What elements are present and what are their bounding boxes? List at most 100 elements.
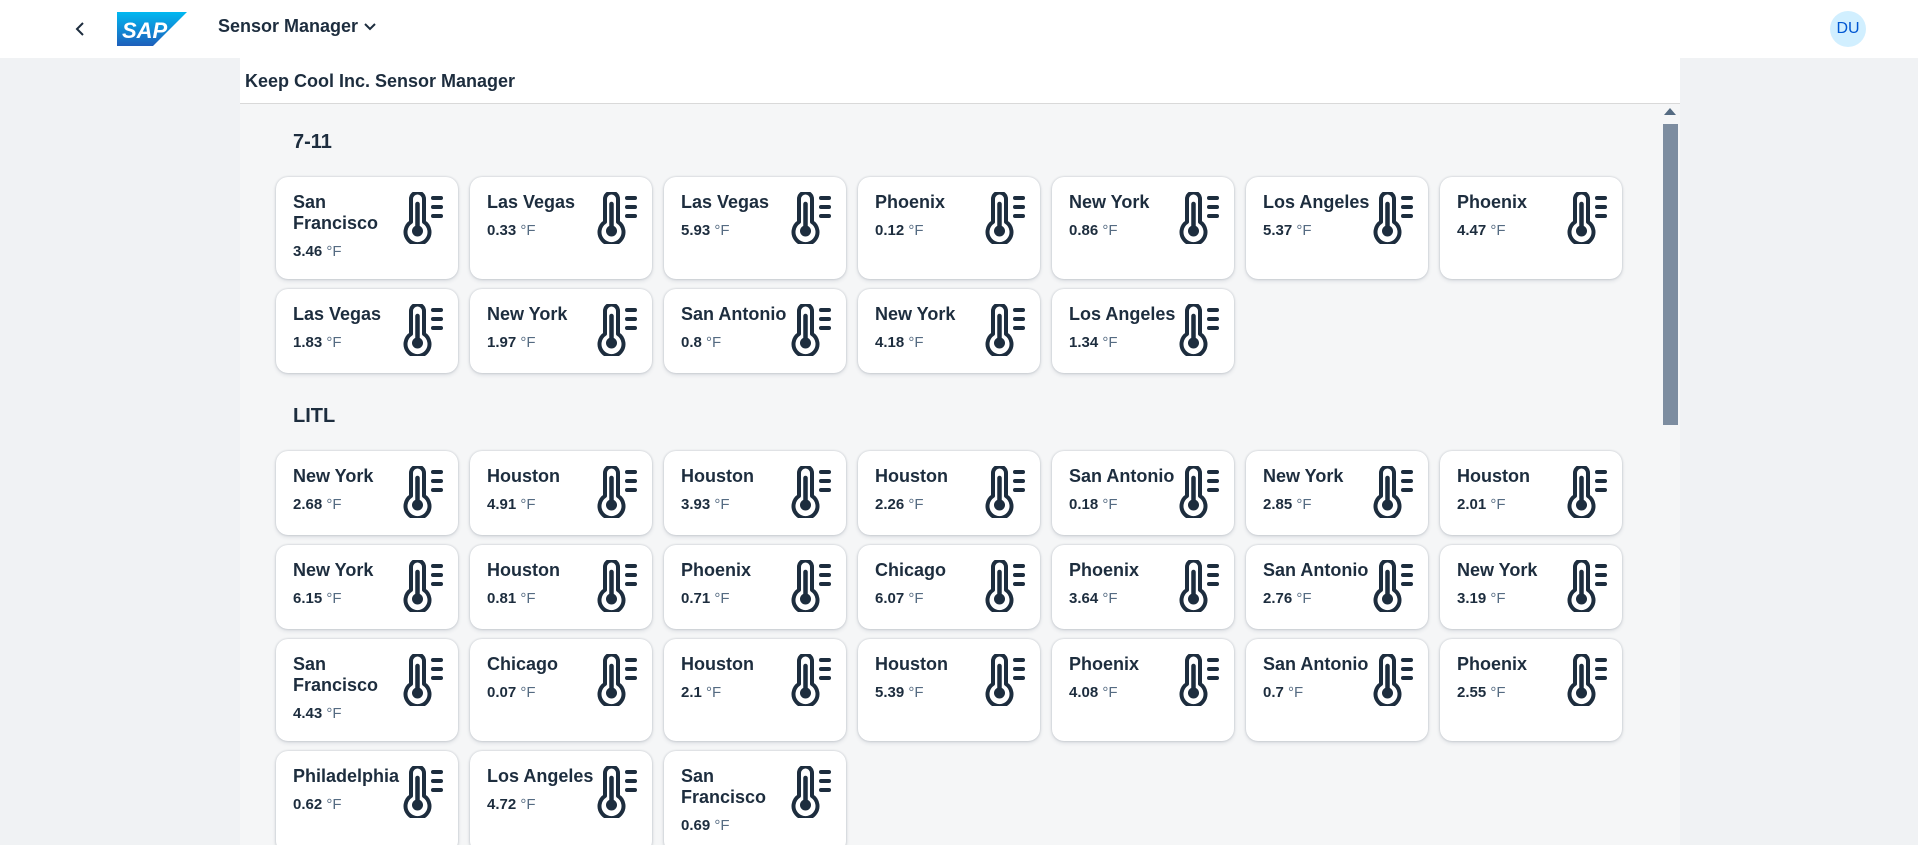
sensor-tile[interactable]: San Francisco 0.69 °F <box>664 751 846 845</box>
sensor-unit: °F <box>908 334 924 351</box>
sensor-unit: °F <box>706 684 722 701</box>
sensor-value: 5.37 <box>1263 222 1293 239</box>
sensor-value: 2.55 <box>1457 684 1487 701</box>
sensor-unit: °F <box>1288 684 1304 701</box>
sap-logo[interactable]: SAP <box>117 12 187 46</box>
sensor-value: 0.81 <box>487 590 517 607</box>
sensor-tile[interactable]: San Antonio 0.18 °F <box>1052 451 1234 535</box>
sensor-unit: °F <box>520 590 536 607</box>
sensor-tile[interactable]: Los Angeles 5.37 °F <box>1246 177 1428 279</box>
sensor-tile[interactable]: Las Vegas 1.83 °F <box>276 289 458 373</box>
thermometer-icon <box>403 304 443 356</box>
sensor-tile[interactable]: Phoenix 4.47 °F <box>1440 177 1622 279</box>
sensor-tile[interactable]: Houston 0.81 °F <box>470 545 652 629</box>
sensor-tile[interactable]: Las Vegas 0.33 °F <box>470 177 652 279</box>
sensor-tile[interactable]: Phoenix 2.55 °F <box>1440 639 1622 741</box>
sensor-tile[interactable]: Houston 2.01 °F <box>1440 451 1622 535</box>
sensor-city: Phoenix <box>681 560 752 580</box>
sensor-reading: 4.43 °F <box>293 705 342 722</box>
sensor-tile[interactable]: Houston 4.91 °F <box>470 451 652 535</box>
sensor-reading: 4.08 °F <box>1069 684 1118 701</box>
sensor-tile[interactable]: Los Angeles 1.34 °F <box>1052 289 1234 373</box>
sensor-tile[interactable]: Chicago 6.07 °F <box>858 545 1040 629</box>
sensor-tile[interactable]: Houston 2.1 °F <box>664 639 846 741</box>
sensor-city: Houston <box>681 466 754 486</box>
sensor-unit: °F <box>326 796 342 813</box>
sensor-tile[interactable]: Houston 5.39 °F <box>858 639 1040 741</box>
sensor-unit: °F <box>1490 222 1506 239</box>
sensor-tile[interactable]: San Francisco 3.46 °F <box>276 177 458 279</box>
sensor-city: San Antonio <box>1263 654 1369 674</box>
sensor-city: Houston <box>875 466 948 486</box>
sensor-city: Houston <box>875 654 948 674</box>
thermometer-icon <box>791 304 831 356</box>
sensor-value: 0.7 <box>1263 684 1284 701</box>
sensor-value: 4.47 <box>1457 222 1487 239</box>
sensor-value: 2.85 <box>1263 496 1293 513</box>
scroll-thumb[interactable] <box>1663 124 1678 425</box>
sensor-reading: 6.15 °F <box>293 590 342 607</box>
sensor-tile[interactable]: Philadelphia 0.62 °F <box>276 751 458 845</box>
sensor-value: 4.43 <box>293 705 323 722</box>
thermometer-icon <box>791 192 831 244</box>
sensor-tile[interactable]: New York 0.86 °F <box>1052 177 1234 279</box>
sensor-tile[interactable]: Las Vegas 5.93 °F <box>664 177 846 279</box>
sensor-reading: 5.39 °F <box>875 684 924 701</box>
avatar[interactable]: DU <box>1830 11 1866 47</box>
vertical-scrollbar[interactable] <box>1660 104 1680 845</box>
sensor-reading: 2.68 °F <box>293 496 342 513</box>
back-button[interactable] <box>66 14 94 44</box>
sensor-city: Los Angeles <box>487 766 594 786</box>
thermometer-icon <box>597 560 637 612</box>
sensor-city: Phoenix <box>875 192 946 212</box>
sensor-city: San Francisco <box>681 766 767 807</box>
sensor-reading: 4.47 °F <box>1457 222 1506 239</box>
thermometer-icon <box>1373 192 1413 244</box>
sensor-value: 0.69 <box>681 817 711 834</box>
sensor-tile[interactable]: San Antonio 2.76 °F <box>1246 545 1428 629</box>
sensor-tile[interactable]: Houston 3.93 °F <box>664 451 846 535</box>
page: Keep Cool Inc. Sensor Manager 7-11 San Fr… <box>240 58 1680 845</box>
thermometer-icon <box>1179 192 1219 244</box>
sensor-tile[interactable]: San Francisco 4.43 °F <box>276 639 458 741</box>
app-title-menu[interactable]: Sensor Manager <box>218 16 376 37</box>
thermometer-icon <box>597 192 637 244</box>
sensor-tile[interactable]: New York 3.19 °F <box>1440 545 1622 629</box>
sensor-value: 4.91 <box>487 496 517 513</box>
sensor-reading: 3.19 °F <box>1457 590 1506 607</box>
sensor-tile[interactable]: Phoenix 4.08 °F <box>1052 639 1234 741</box>
sensor-tile[interactable]: Phoenix 0.12 °F <box>858 177 1040 279</box>
thermometer-icon <box>1567 466 1607 518</box>
sensor-tile[interactable]: Phoenix 0.71 °F <box>664 545 846 629</box>
sensor-value: 0.33 <box>487 222 517 239</box>
scroll-up-arrow[interactable] <box>1664 108 1676 115</box>
thermometer-icon <box>985 466 1025 518</box>
sensor-tile[interactable]: San Antonio 0.8 °F <box>664 289 846 373</box>
thermometer-icon <box>985 192 1025 244</box>
sensor-tile[interactable]: Phoenix 3.64 °F <box>1052 545 1234 629</box>
sensor-tile[interactable]: New York 4.18 °F <box>858 289 1040 373</box>
sensor-unit: °F <box>714 590 730 607</box>
thermometer-icon <box>985 560 1025 612</box>
sensor-reading: 1.97 °F <box>487 334 536 351</box>
sensor-value: 2.76 <box>1263 590 1293 607</box>
group-title: LITL <box>293 405 336 427</box>
sensor-city: New York <box>875 304 956 324</box>
sensor-unit: °F <box>520 334 536 351</box>
sensor-tile[interactable]: New York 6.15 °F <box>276 545 458 629</box>
sensor-tile[interactable]: New York 2.68 °F <box>276 451 458 535</box>
sensor-city: New York <box>293 466 374 486</box>
sensor-city: San Antonio <box>1263 560 1369 580</box>
sensor-city: Chicago <box>487 654 559 674</box>
sensor-tile[interactable]: Houston 2.26 °F <box>858 451 1040 535</box>
sensor-tile[interactable]: Chicago 0.07 °F <box>470 639 652 741</box>
sensor-tile[interactable]: New York 2.85 °F <box>1246 451 1428 535</box>
sensor-value: 3.46 <box>293 243 323 260</box>
sensor-value: 3.64 <box>1069 590 1099 607</box>
sensor-tile[interactable]: Los Angeles 4.72 °F <box>470 751 652 845</box>
thermometer-icon <box>1179 560 1219 612</box>
sensor-value: 1.97 <box>487 334 517 351</box>
sensor-tile[interactable]: San Antonio 0.7 °F <box>1246 639 1428 741</box>
sensor-tile[interactable]: New York 1.97 °F <box>470 289 652 373</box>
shell-bar: SAP Sensor Manager DU <box>0 0 1918 58</box>
